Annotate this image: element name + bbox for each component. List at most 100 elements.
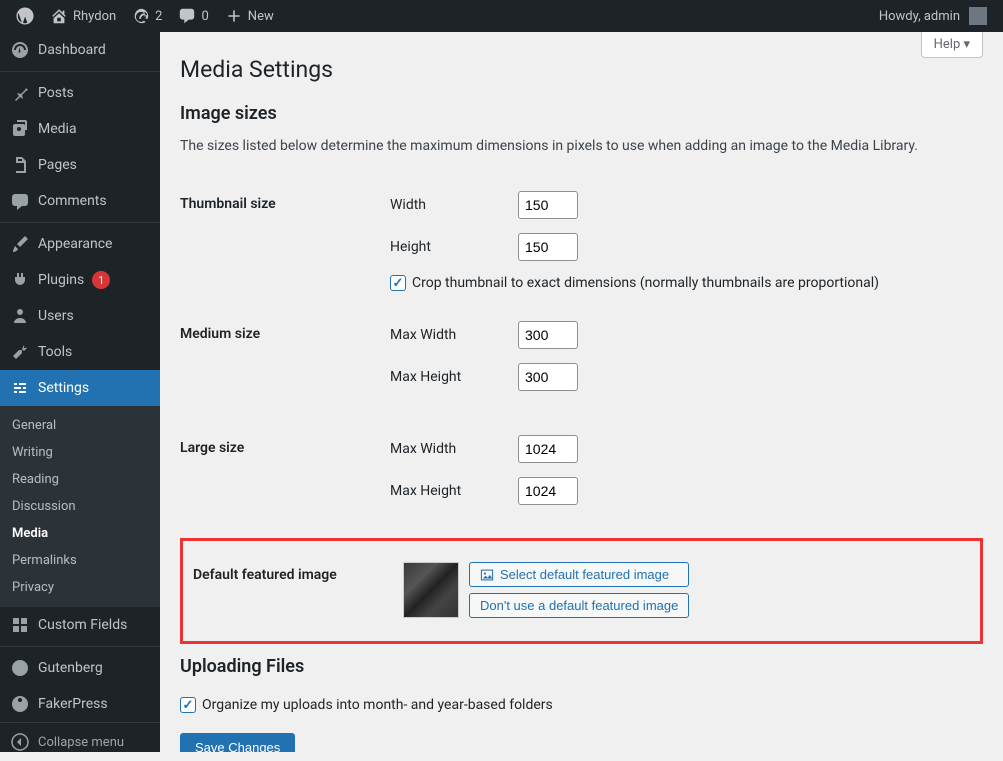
save-changes-button[interactable]: Save Changes [180, 733, 295, 752]
large-maxh-input[interactable] [518, 477, 578, 505]
account-menu[interactable]: Howdy, admin [871, 0, 995, 32]
medium-maxh-input[interactable] [518, 363, 578, 391]
thumbnail-crop-label: Crop thumbnail to exact dimensions (norm… [412, 275, 879, 291]
sidebar-item-settings[interactable]: Settings [0, 370, 160, 406]
sidebar-label: Tools [38, 344, 72, 360]
image-icon [480, 568, 494, 582]
admin-sidebar: Dashboard Posts Media Pages Comments App… [0, 32, 160, 752]
collapse-menu[interactable]: Collapse menu [0, 722, 160, 761]
thumbnail-crop-checkbox[interactable] [390, 275, 406, 291]
plus-icon [225, 7, 243, 25]
sidebar-label: Settings [38, 380, 89, 396]
sidebar-item-custom-fields[interactable]: Custom Fields [0, 607, 160, 643]
avatar [969, 7, 987, 25]
sidebar-label: Users [38, 308, 74, 324]
thumbnail-width-input[interactable] [518, 191, 578, 219]
sidebar-label: Dashboard [38, 42, 106, 58]
sidebar-label: Custom Fields [38, 617, 127, 633]
sidebar-label: Comments [38, 193, 107, 209]
large-heading: Large size [180, 420, 380, 534]
thumbnail-width-label: Width [390, 197, 500, 213]
pin-icon [10, 83, 30, 103]
submenu-discussion[interactable]: Discussion [0, 493, 160, 520]
sidebar-item-dashboard[interactable]: Dashboard [0, 32, 160, 68]
medium-maxw-label: Max Width [390, 327, 500, 343]
sidebar-item-tools[interactable]: Tools [0, 334, 160, 370]
sidebar-item-plugins[interactable]: Plugins 1 [0, 262, 160, 298]
submenu-writing[interactable]: Writing [0, 439, 160, 466]
large-maxh-label: Max Height [390, 483, 500, 499]
media-icon [10, 119, 30, 139]
howdy-text: Howdy, admin [879, 9, 960, 24]
site-name: Rhydon [73, 9, 116, 24]
medium-maxw-input[interactable] [518, 321, 578, 349]
updates-menu[interactable]: 2 [124, 0, 170, 32]
sidebar-item-users[interactable]: Users [0, 298, 160, 334]
thumbnail-height-label: Height [390, 239, 500, 255]
uploading-files-heading: Uploading Files [180, 656, 983, 677]
remove-default-featured-image-button[interactable]: Don't use a default featured image [469, 593, 689, 618]
comment-icon [178, 7, 196, 25]
dfi-thumbnail-preview [403, 562, 459, 618]
site-name-menu[interactable]: Rhydon [42, 0, 124, 32]
image-sizes-heading: Image sizes [180, 103, 983, 124]
help-tab[interactable]: Help ▾ [921, 32, 983, 58]
user-icon [10, 306, 30, 326]
sidebar-item-pages[interactable]: Pages [0, 147, 160, 183]
thumbnail-height-input[interactable] [518, 233, 578, 261]
thumbnail-heading: Thumbnail size [180, 176, 380, 306]
large-maxw-label: Max Width [390, 441, 500, 457]
wrench-icon [10, 342, 30, 362]
gutenberg-icon [10, 658, 30, 678]
organize-uploads-checkbox[interactable] [180, 697, 196, 713]
sliders-icon [10, 378, 30, 398]
plugin-update-badge: 1 [92, 271, 110, 289]
new-label: New [248, 9, 274, 24]
medium-heading: Medium size [180, 306, 380, 420]
image-sizes-desc: The sizes listed below determine the max… [180, 138, 983, 154]
page-title: Media Settings [180, 56, 983, 83]
sidebar-item-fakerpress[interactable]: FakerPress [0, 686, 160, 722]
content-area: Help ▾ Media Settings Image sizes The si… [160, 32, 1003, 752]
sidebar-item-posts[interactable]: Posts [0, 75, 160, 111]
accessibility-icon [10, 694, 30, 714]
submenu-permalinks[interactable]: Permalinks [0, 547, 160, 574]
large-maxw-input[interactable] [518, 435, 578, 463]
sidebar-label: Media [38, 121, 77, 137]
brush-icon [10, 234, 30, 254]
submenu-general[interactable]: General [0, 412, 160, 439]
settings-submenu: General Writing Reading Discussion Media… [0, 406, 160, 607]
dashboard-icon [10, 40, 30, 60]
comments-bubble[interactable]: 0 [170, 0, 216, 32]
updates-count: 2 [155, 9, 162, 24]
sidebar-label: Plugins [38, 272, 84, 288]
sidebar-label: Pages [38, 157, 77, 173]
sidebar-item-appearance[interactable]: Appearance [0, 226, 160, 262]
admin-toolbar: Rhydon 2 0 New Howdy, admin [0, 0, 1003, 32]
new-content-menu[interactable]: New [217, 0, 282, 32]
plugin-icon [10, 270, 30, 290]
sidebar-item-comments[interactable]: Comments [0, 183, 160, 219]
home-icon [50, 7, 68, 25]
grid-icon [10, 615, 30, 635]
default-featured-image-section: Default featured image Select default fe… [180, 538, 983, 644]
sidebar-label: Gutenberg [38, 660, 103, 676]
sidebar-label: Appearance [38, 236, 112, 252]
submenu-reading[interactable]: Reading [0, 466, 160, 493]
wordpress-icon [16, 7, 34, 25]
sidebar-item-media[interactable]: Media [0, 111, 160, 147]
updates-icon [132, 7, 150, 25]
sidebar-item-gutenberg[interactable]: Gutenberg [0, 650, 160, 686]
wp-logo-menu[interactable] [8, 0, 42, 32]
pages-icon [10, 155, 30, 175]
medium-maxh-label: Max Height [390, 369, 500, 385]
organize-uploads-label: Organize my uploads into month- and year… [202, 697, 553, 713]
sidebar-label: FakerPress [38, 696, 108, 712]
submenu-privacy[interactable]: Privacy [0, 574, 160, 601]
collapse-label: Collapse menu [38, 735, 124, 750]
dfi-heading: Default featured image [193, 547, 393, 633]
sidebar-label: Posts [38, 85, 74, 101]
comment-icon [10, 191, 30, 211]
select-default-featured-image-button[interactable]: Select default featured image [469, 562, 689, 587]
submenu-media[interactable]: Media [0, 520, 160, 547]
